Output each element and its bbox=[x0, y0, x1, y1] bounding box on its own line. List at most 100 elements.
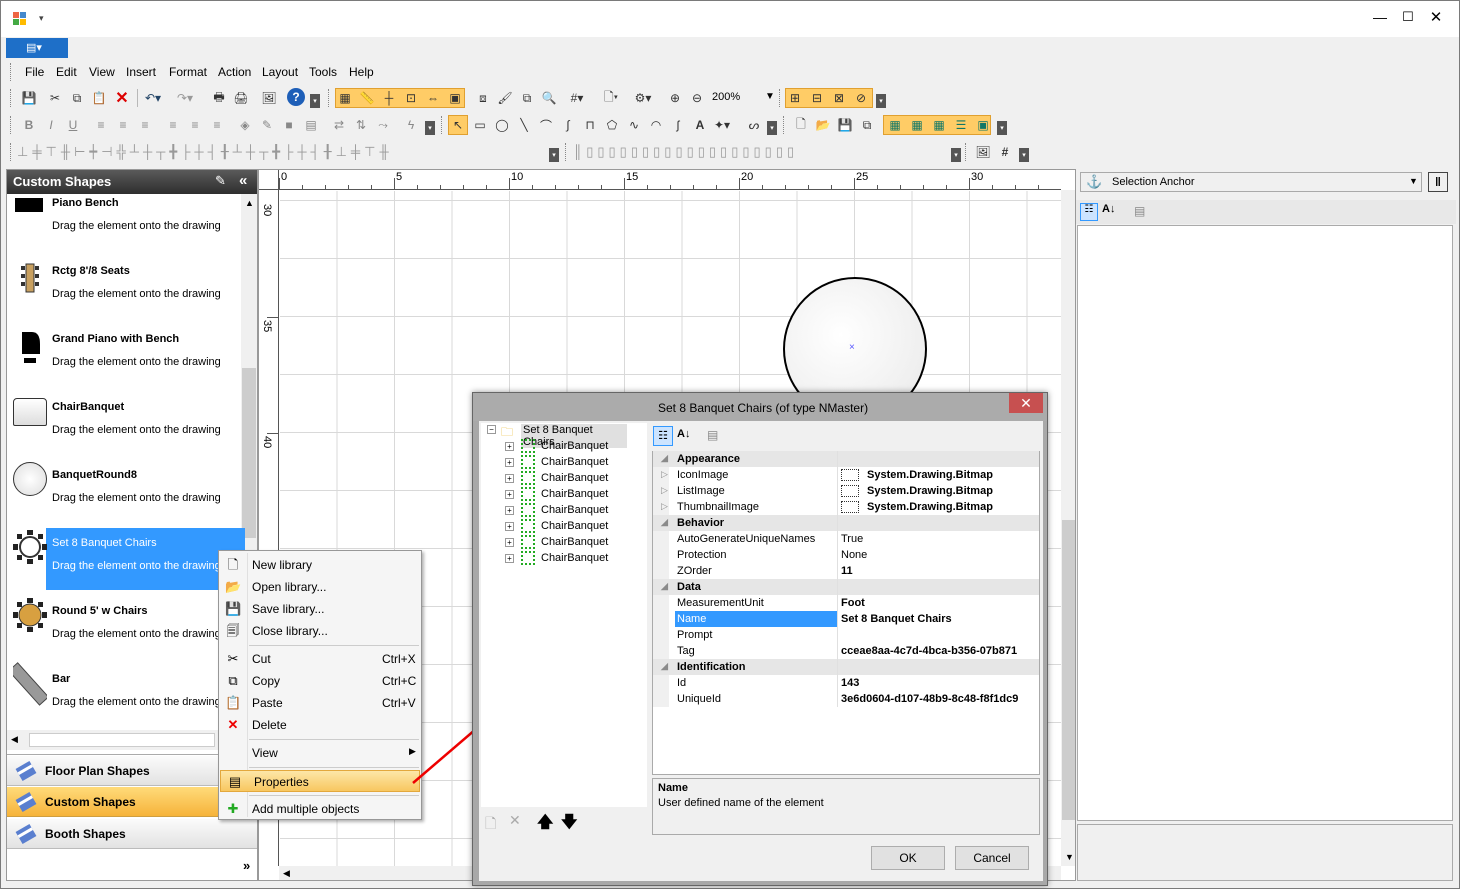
prop-name[interactable]: Name Set 8 Banquet Chairs bbox=[653, 611, 1039, 627]
shape-item[interactable]: Bar Drag the element onto the drawing bbox=[8, 662, 245, 738]
flip-h-icon[interactable]: ⇄ bbox=[329, 115, 349, 135]
app-menu-button[interactable]: ▤▾ bbox=[6, 38, 68, 58]
close-window-button[interactable]: ✕ bbox=[1421, 8, 1451, 28]
bezier-tool-icon[interactable]: ʃ bbox=[668, 115, 688, 135]
right-property-grid[interactable] bbox=[1077, 225, 1453, 821]
prop-thumbnailimage[interactable]: ▷ThumbnailImageSystem.Drawing.Bitmap bbox=[653, 499, 1039, 515]
arc-tool-icon[interactable]: ⌒ bbox=[536, 115, 556, 135]
closed-curve-tool-icon[interactable]: ◠ bbox=[646, 115, 666, 135]
toolbar-overflow-icon[interactable]: ▾ bbox=[997, 121, 1007, 135]
prop-listimage[interactable]: ▷ListImageSystem.Drawing.Bitmap bbox=[653, 483, 1039, 499]
zoom-in-icon[interactable]: ⊕ bbox=[665, 88, 685, 108]
zoom-lens-icon[interactable]: 🔍 bbox=[539, 88, 559, 108]
shape-item[interactable]: Grand Piano with Bench Drag the element … bbox=[13, 330, 245, 398]
menu-tools[interactable]: Tools bbox=[309, 65, 337, 79]
lightning-icon[interactable]: ϟ bbox=[401, 115, 421, 135]
menu-layout[interactable]: Layout bbox=[262, 65, 298, 79]
magic-wand-icon[interactable]: ✦▾ bbox=[712, 115, 732, 135]
new-page-icon[interactable]: 🗋▾ bbox=[601, 88, 621, 108]
app-icon[interactable] bbox=[12, 11, 28, 27]
canvas-vscroll-thumb[interactable] bbox=[1062, 520, 1075, 820]
collapse-panel-icon[interactable]: « bbox=[239, 172, 247, 189]
snap-icon[interactable]: ⊡ bbox=[401, 88, 421, 108]
polygon-tool-icon[interactable]: ⬠ bbox=[602, 115, 622, 135]
paste-icon[interactable]: 📋 bbox=[89, 88, 109, 108]
picture-insert-icon[interactable]: 🖼 bbox=[973, 142, 993, 162]
print-preview-icon[interactable]: 🖶 bbox=[209, 88, 229, 108]
curve-tool-icon[interactable]: ∫ bbox=[558, 115, 578, 135]
prop-id[interactable]: Id 143 bbox=[653, 675, 1039, 691]
align-distribute-icons[interactable]: ⊥╪⊤╫⊢┿⊣╬┴┼┬╋├┼┤╂┴┼┬╋├┼┤╂⊥╪⊤╫ bbox=[17, 144, 547, 160]
undo-icon[interactable]: ↶▾ bbox=[143, 88, 163, 108]
dialog-close-button[interactable]: ✕ bbox=[1009, 393, 1043, 413]
open-doc-icon[interactable]: 📂 bbox=[813, 115, 833, 135]
prop-measurementunit[interactable]: MeasurementUnit Foot bbox=[653, 595, 1039, 611]
valign-middle-icon[interactable]: ≡ bbox=[185, 115, 205, 135]
picture-icon[interactable]: ▤ bbox=[301, 115, 321, 135]
prop-prompt[interactable]: Prompt bbox=[653, 627, 1039, 643]
spline-tool-icon[interactable]: ∿ bbox=[624, 115, 644, 135]
remove-node-icon[interactable]: ✕ bbox=[509, 812, 521, 829]
ctx-new-library[interactable]: 🗋 New library bbox=[219, 554, 421, 576]
prop-uniqueid[interactable]: UniqueId 3e6d0604-d107-48b9-8c48-f8f1dc9 bbox=[653, 691, 1039, 707]
layers-icon[interactable]: ⧉ bbox=[517, 88, 537, 108]
prop-iconimage[interactable]: ▷IconImageSystem.Drawing.Bitmap bbox=[653, 467, 1039, 483]
delete-icon[interactable]: ✕ bbox=[112, 88, 132, 108]
cut-icon[interactable]: ✂ bbox=[45, 88, 65, 108]
grid-icon[interactable]: ▦ bbox=[335, 88, 355, 108]
prop-autogenerateuniquenames[interactable]: AutoGenerateUniqueNames True bbox=[653, 531, 1039, 547]
ctx-save-library[interactable]: 💾 Save library... bbox=[219, 598, 421, 620]
ctx-delete[interactable]: ✕ Delete bbox=[219, 714, 421, 736]
menu-action[interactable]: Action bbox=[218, 65, 251, 79]
align-center-icon[interactable]: ≡ bbox=[113, 115, 133, 135]
frame-icon[interactable]: ⊠ bbox=[829, 88, 849, 108]
view-list-icon[interactable]: ☰ bbox=[951, 115, 971, 135]
shadow-icon[interactable]: ▣ bbox=[445, 88, 465, 108]
fill-icon[interactable]: ◈ bbox=[235, 115, 255, 135]
menu-file[interactable]: File bbox=[25, 65, 44, 79]
group-icon[interactable]: ⧈ bbox=[473, 88, 493, 108]
zoom-out-icon[interactable]: ⊖ bbox=[687, 88, 707, 108]
toolbar-overflow-icon[interactable]: ▾ bbox=[876, 94, 886, 108]
menu-edit[interactable]: Edit bbox=[56, 65, 77, 79]
move-down-icon[interactable]: 🡇 bbox=[561, 811, 577, 838]
tree-root-node[interactable]: − 🗀 Set 8 Banquet Chairs bbox=[487, 423, 627, 448]
format-painter-icon[interactable]: 🖌 bbox=[495, 88, 515, 108]
line-color-icon[interactable]: ✎ bbox=[257, 115, 277, 135]
lasso-tool-icon[interactable]: ᔕ bbox=[744, 115, 764, 135]
prop-zorder[interactable]: ZOrder 11 bbox=[653, 563, 1039, 579]
category-behavior[interactable]: ◢Behavior bbox=[653, 515, 1039, 531]
view-pan-icon[interactable]: ▦ bbox=[929, 115, 949, 135]
expand-icon[interactable]: + bbox=[505, 458, 514, 467]
expand-icon[interactable]: + bbox=[505, 538, 514, 547]
add-node-icon[interactable]: 🗋 bbox=[485, 813, 496, 837]
toolbar-overflow-icon[interactable]: ▾ bbox=[549, 148, 559, 162]
ctx-add-multiple-objects[interactable]: ✚ Add multiple objects bbox=[219, 798, 421, 820]
selection-combo[interactable]: ⚓ Selection Anchor ▼ bbox=[1080, 172, 1422, 192]
sort-alpha-icon[interactable]: A↓ bbox=[677, 428, 690, 440]
shape-item[interactable]: Piano Bench Drag the element onto the dr… bbox=[13, 194, 245, 262]
shape-item[interactable]: BanquetRound8 Drag the element onto the … bbox=[13, 462, 245, 534]
export-icon[interactable]: ⧉ bbox=[857, 115, 877, 135]
canvas-vertical-scrollbar[interactable]: ▼ bbox=[1061, 190, 1075, 866]
more-groups-button[interactable]: » bbox=[243, 858, 250, 873]
categorized-view-icon[interactable]: ☷ bbox=[653, 426, 673, 446]
table-icon[interactable]: ⊟ bbox=[807, 88, 827, 108]
shape-item[interactable]: Round 5' w Chairs Drag the element onto … bbox=[13, 598, 245, 670]
new-doc-icon[interactable]: 🗋 bbox=[791, 115, 811, 135]
help-icon[interactable]: ? bbox=[287, 88, 305, 106]
align-grid-icon[interactable]: ⊞ bbox=[785, 88, 805, 108]
view-shapes-icon[interactable]: ▦ bbox=[907, 115, 927, 135]
save-icon[interactable]: 💾 bbox=[19, 88, 39, 108]
italic-icon[interactable]: I bbox=[41, 115, 61, 135]
shape-item[interactable]: Rctg 8'/8 Seats Drag the element onto th… bbox=[13, 262, 245, 330]
ruler-icon[interactable]: 📏 bbox=[357, 88, 377, 108]
property-pages-icon[interactable]: ▤ bbox=[1134, 204, 1145, 218]
menu-view[interactable]: View bbox=[89, 65, 115, 79]
expand-icon[interactable]: + bbox=[505, 490, 514, 499]
expand-icon[interactable]: + bbox=[505, 554, 514, 563]
pointer-tool-icon[interactable]: ↖ bbox=[448, 115, 468, 135]
minimize-button[interactable]: — bbox=[1365, 9, 1395, 29]
menu-format[interactable]: Format bbox=[169, 65, 207, 79]
pin-icon[interactable]: ‖ bbox=[1428, 172, 1448, 192]
